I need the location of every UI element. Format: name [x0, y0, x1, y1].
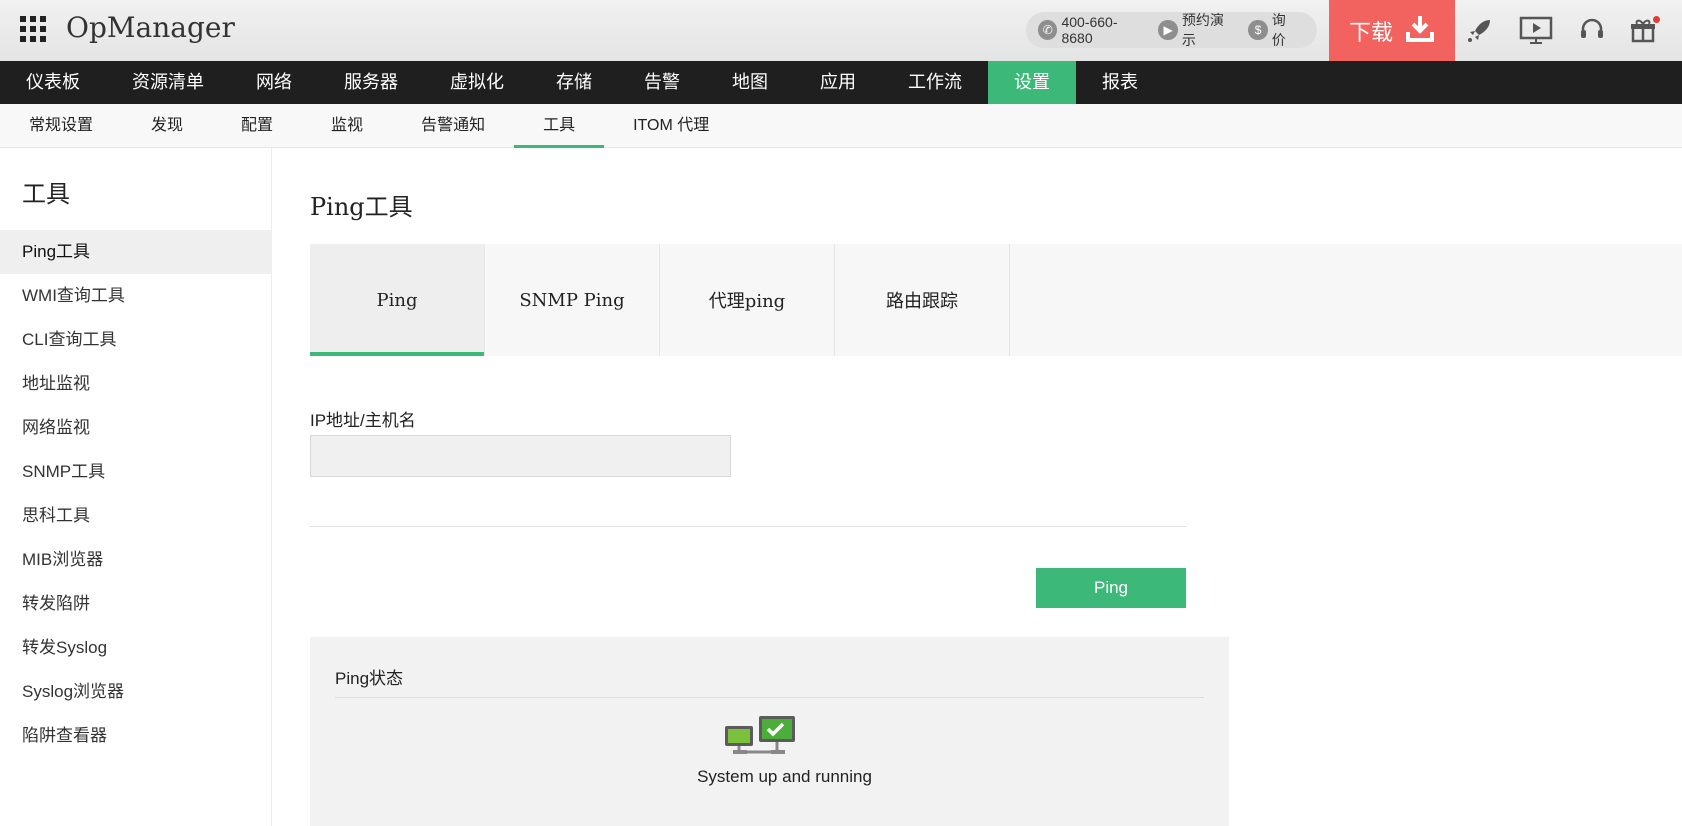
- sidebar-item-ping-tool[interactable]: Ping工具: [0, 230, 272, 274]
- download-label: 下载: [1348, 19, 1393, 45]
- network-connected-icon: [723, 714, 799, 758]
- sidebar-list: Ping工具 WMI查询工具 CLI查询工具 地址监视 网络监视 SNMP工具 …: [0, 230, 272, 758]
- apps-grid-icon[interactable]: [20, 16, 46, 42]
- phone-link[interactable]: ✆ 400-660-8680: [1038, 14, 1146, 46]
- subnav-monitoring[interactable]: 监视: [302, 104, 392, 148]
- tab-ping[interactable]: Ping: [310, 244, 485, 356]
- subnav-general-settings[interactable]: 常规设置: [0, 104, 122, 148]
- status-message: System up and running: [697, 767, 872, 786]
- nav-inventory[interactable]: 资源清单: [106, 61, 230, 104]
- subnav-tools[interactable]: 工具: [514, 104, 605, 148]
- sidebar-item-wmi-query[interactable]: WMI查询工具: [0, 274, 272, 318]
- pricing-label: 询价: [1271, 12, 1286, 48]
- nav-storage[interactable]: 存储: [530, 61, 618, 104]
- subnav-configuration[interactable]: 配置: [212, 104, 302, 148]
- sidebar-item-snmp-tool[interactable]: SNMP工具: [0, 450, 272, 494]
- ping-status-panel: Ping状态 System up and running: [310, 637, 1229, 826]
- nav-apps[interactable]: 应用: [794, 61, 882, 104]
- sidebar-item-syslog-browser[interactable]: Syslog浏览器: [0, 670, 272, 714]
- notification-dot: [1653, 16, 1660, 23]
- top-header: OpManager ✆ 400-660-8680 ▶ 预约演示 $ 询价 下载: [0, 0, 1682, 61]
- demo-label: 预约演示: [1181, 12, 1224, 48]
- nav-maps[interactable]: 地图: [706, 61, 794, 104]
- tab-proxy-ping[interactable]: 代理ping: [660, 244, 835, 356]
- sidebar-item-trap-viewer[interactable]: 陷阱查看器: [0, 714, 272, 758]
- subnav-discovery[interactable]: 发现: [122, 104, 212, 148]
- ip-hostname-label: IP地址/主机名: [310, 411, 416, 430]
- nav-reports[interactable]: 报表: [1076, 61, 1164, 104]
- brand-logo[interactable]: OpManager: [66, 11, 235, 44]
- sidebar-title: 工具: [22, 181, 70, 208]
- nav-workflow[interactable]: 工作流: [882, 61, 988, 104]
- ip-hostname-input[interactable]: [310, 435, 731, 477]
- tab-snmp-ping[interactable]: SNMP Ping: [485, 244, 660, 356]
- status-divider: [335, 697, 1204, 698]
- sidebar: 工具 Ping工具 WMI查询工具 CLI查询工具 地址监视 网络监视 SNMP…: [0, 148, 272, 826]
- presentation-icon[interactable]: [1517, 12, 1555, 48]
- sidebar-item-forward-trap[interactable]: 转发陷阱: [0, 582, 272, 626]
- main-nav: 仪表板 资源清单 网络 服务器 虚拟化 存储 告警 地图 应用 工作流 设置 报…: [0, 61, 1682, 104]
- contact-pill: ✆ 400-660-8680 ▶ 预约演示 $ 询价: [1026, 12, 1317, 48]
- sidebar-item-cisco-tool[interactable]: 思科工具: [0, 494, 272, 538]
- status-title: Ping状态: [335, 669, 404, 688]
- phone-icon: ✆: [1038, 20, 1058, 40]
- dollar-icon: $: [1248, 20, 1268, 40]
- subnav-alarm-notification[interactable]: 告警通知: [392, 104, 514, 148]
- nav-settings[interactable]: 设置: [988, 61, 1076, 104]
- sidebar-item-cli-query[interactable]: CLI查询工具: [0, 318, 272, 362]
- sub-nav: 常规设置 发现 配置 监视 告警通知 工具 ITOM 代理: [0, 104, 1682, 148]
- nav-servers[interactable]: 服务器: [318, 61, 424, 104]
- nav-dashboard[interactable]: 仪表板: [0, 61, 106, 104]
- form-divider: [310, 526, 1186, 527]
- subnav-itom-agent[interactable]: ITOM 代理: [604, 104, 738, 148]
- phone-number: 400-660-8680: [1061, 14, 1118, 46]
- sidebar-item-forward-syslog[interactable]: 转发Syslog: [0, 626, 272, 670]
- sidebar-item-address-monitor[interactable]: 地址监视: [0, 362, 272, 406]
- pricing-link[interactable]: $ 询价: [1248, 10, 1299, 50]
- nav-virtualization[interactable]: 虚拟化: [424, 61, 530, 104]
- sidebar-item-network-monitor[interactable]: 网络监视: [0, 406, 272, 450]
- download-arrow-icon: [1405, 13, 1435, 48]
- tool-tabs: Ping SNMP Ping 代理ping 路由跟踪: [310, 244, 1682, 356]
- download-button[interactable]: 下载: [1329, 0, 1455, 61]
- sidebar-item-mib-browser[interactable]: MIB浏览器: [0, 538, 272, 582]
- rocket-icon[interactable]: [1461, 12, 1499, 48]
- headset-icon[interactable]: [1573, 12, 1611, 48]
- demo-play-icon: ▶: [1158, 20, 1178, 40]
- page-title: Ping工具: [310, 193, 413, 221]
- nav-alarms[interactable]: 告警: [618, 61, 706, 104]
- demo-link[interactable]: ▶ 预约演示: [1158, 10, 1236, 50]
- gift-icon[interactable]: [1624, 12, 1662, 48]
- tab-traceroute[interactable]: 路由跟踪: [835, 244, 1010, 356]
- nav-network[interactable]: 网络: [230, 61, 318, 104]
- ping-button[interactable]: Ping: [1036, 568, 1186, 608]
